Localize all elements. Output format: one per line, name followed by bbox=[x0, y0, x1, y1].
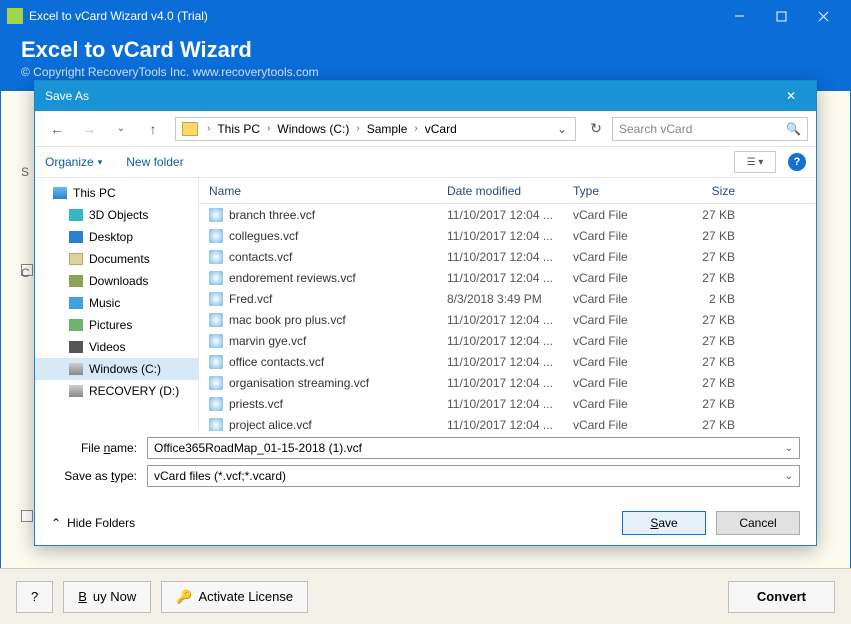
forward-button[interactable]: → bbox=[75, 115, 103, 143]
vcard-icon bbox=[209, 229, 223, 243]
file-list[interactable]: branch three.vcf11/10/2017 12:04 ...vCar… bbox=[199, 204, 816, 431]
folder-type-icon bbox=[69, 275, 83, 287]
bc-item[interactable]: vCard bbox=[423, 122, 459, 136]
tree-item[interactable]: This PC bbox=[35, 182, 198, 204]
bc-item[interactable]: Sample bbox=[365, 122, 410, 136]
file-row[interactable]: endorement reviews.vcf11/10/2017 12:04 .… bbox=[199, 267, 816, 288]
col-name[interactable]: Name bbox=[199, 184, 447, 198]
tree-item[interactable]: Pictures bbox=[35, 314, 198, 336]
file-row[interactable]: branch three.vcf11/10/2017 12:04 ...vCar… bbox=[199, 204, 816, 225]
folder-type-icon bbox=[69, 253, 83, 265]
folder-type-icon bbox=[69, 231, 83, 243]
checkbox-behind2[interactable] bbox=[21, 510, 33, 522]
vcard-icon bbox=[209, 334, 223, 348]
hide-folders-toggle[interactable]: ⌃ Hide Folders bbox=[51, 516, 135, 530]
vcard-icon bbox=[209, 250, 223, 264]
search-icon: 🔍 bbox=[786, 122, 801, 136]
banner-title: Excel to vCard Wizard bbox=[21, 37, 830, 63]
file-row[interactable]: organisation streaming.vcf11/10/2017 12:… bbox=[199, 372, 816, 393]
breadcrumb[interactable]: › This PC › Windows (C:) › Sample › vCar… bbox=[175, 117, 576, 141]
file-row[interactable]: priests.vcf11/10/2017 12:04 ...vCard Fil… bbox=[199, 393, 816, 414]
toolbar: Organize ▾ New folder ☰ ▾ ? bbox=[35, 147, 816, 177]
chevron-down-icon[interactable]: ⌄ bbox=[551, 122, 573, 136]
buy-now-button[interactable]: Buy Now bbox=[63, 581, 151, 613]
dialog-close-button[interactable]: ✕ bbox=[776, 89, 806, 103]
tree-item[interactable]: Videos bbox=[35, 336, 198, 358]
file-row[interactable]: Fred.vcf8/3/2018 3:49 PMvCard File2 KB bbox=[199, 288, 816, 309]
tree-item[interactable]: Windows (C:) bbox=[35, 358, 198, 380]
file-row[interactable]: office contacts.vcf11/10/2017 12:04 ...v… bbox=[199, 351, 816, 372]
new-folder-button[interactable]: New folder bbox=[126, 155, 183, 169]
file-row[interactable]: mac book pro plus.vcf11/10/2017 12:04 ..… bbox=[199, 309, 816, 330]
folder-type-icon bbox=[69, 297, 83, 309]
maximize-button[interactable] bbox=[760, 1, 802, 31]
bottom-bar: ? Buy Now 🔑Activate License Convert bbox=[0, 568, 851, 624]
col-type[interactable]: Type bbox=[573, 184, 683, 198]
tree-item[interactable]: Desktop bbox=[35, 226, 198, 248]
file-row[interactable]: marvin gye.vcf11/10/2017 12:04 ...vCard … bbox=[199, 330, 816, 351]
folder-type-icon bbox=[69, 363, 83, 375]
convert-button[interactable]: Convert bbox=[728, 581, 835, 613]
banner-copyright: © Copyright RecoveryTools Inc. www.recov… bbox=[21, 65, 830, 79]
up-button[interactable]: ↑ bbox=[139, 115, 167, 143]
tree-item[interactable]: Downloads bbox=[35, 270, 198, 292]
vcard-icon bbox=[209, 397, 223, 411]
bc-item[interactable]: This PC bbox=[215, 122, 262, 136]
help-button[interactable]: ? bbox=[16, 581, 53, 613]
tree-item[interactable]: Music bbox=[35, 292, 198, 314]
file-row[interactable]: contacts.vcf11/10/2017 12:04 ...vCard Fi… bbox=[199, 246, 816, 267]
save-button[interactable]: Save bbox=[622, 511, 706, 535]
col-size[interactable]: Size bbox=[683, 184, 757, 198]
file-row[interactable]: project alice.vcf11/10/2017 12:04 ...vCa… bbox=[199, 414, 816, 431]
column-headers[interactable]: Name Date modified Type Size bbox=[199, 178, 816, 204]
app-icon bbox=[7, 8, 23, 24]
dialog-titlebar[interactable]: Save As ✕ bbox=[35, 81, 816, 111]
vcard-icon bbox=[209, 292, 223, 306]
folder-type-icon bbox=[53, 187, 67, 199]
tree-item[interactable]: 3D Objects bbox=[35, 204, 198, 226]
folder-type-icon bbox=[69, 209, 83, 221]
activate-license-button[interactable]: 🔑Activate License bbox=[161, 581, 308, 613]
col-date[interactable]: Date modified bbox=[447, 184, 573, 198]
tree-item[interactable]: RECOVERY (D:) bbox=[35, 380, 198, 402]
folder-type-icon bbox=[69, 319, 83, 331]
vcard-icon bbox=[209, 313, 223, 327]
file-name-label: File name: bbox=[51, 441, 147, 455]
view-options[interactable]: ☰ ▾ bbox=[734, 151, 776, 173]
close-button[interactable] bbox=[802, 1, 844, 31]
vcard-icon bbox=[209, 208, 223, 222]
recent-dropdown[interactable]: ⌄ bbox=[107, 115, 135, 143]
tree-item[interactable]: Documents bbox=[35, 248, 198, 270]
bc-item[interactable]: Windows (C:) bbox=[275, 122, 351, 136]
nav-row: ← → ⌄ ↑ › This PC › Windows (C:) › Sampl… bbox=[35, 111, 816, 147]
search-input[interactable]: Search vCard 🔍 bbox=[612, 117, 808, 141]
folder-tree[interactable]: This PC3D ObjectsDesktopDocumentsDownloa… bbox=[35, 178, 199, 431]
file-name-input[interactable]: Office365RoadMap_01-15-2018 (1).vcf⌄ bbox=[147, 437, 800, 459]
folder-icon bbox=[182, 122, 198, 136]
minimize-button[interactable] bbox=[718, 1, 760, 31]
vcard-icon bbox=[209, 376, 223, 390]
refresh-button[interactable]: ↻ bbox=[584, 117, 608, 141]
back-button[interactable]: ← bbox=[43, 115, 71, 143]
chevron-up-icon: ⌃ bbox=[51, 516, 61, 530]
key-icon: 🔑 bbox=[176, 589, 192, 605]
save-type-select[interactable]: vCard files (*.vcf;*.vcard)⌄ bbox=[147, 465, 800, 487]
vcard-icon bbox=[209, 418, 223, 432]
vcard-icon bbox=[209, 355, 223, 369]
help-icon[interactable]: ? bbox=[788, 153, 806, 171]
dialog-title-text: Save As bbox=[45, 89, 89, 103]
vcard-icon bbox=[209, 271, 223, 285]
window-title: Excel to vCard Wizard v4.0 (Trial) bbox=[29, 9, 208, 23]
folder-type-icon bbox=[69, 385, 83, 397]
file-row[interactable]: collegues.vcf11/10/2017 12:04 ...vCard F… bbox=[199, 225, 816, 246]
titlebar[interactable]: Excel to vCard Wizard v4.0 (Trial) bbox=[1, 1, 850, 31]
cancel-button[interactable]: Cancel bbox=[716, 511, 800, 535]
save-as-dialog: Save As ✕ ← → ⌄ ↑ › This PC › Windows (C… bbox=[34, 80, 817, 546]
organize-menu[interactable]: Organize ▾ bbox=[45, 155, 102, 169]
save-type-label: Save as type: bbox=[51, 469, 147, 483]
folder-type-icon bbox=[69, 341, 83, 353]
